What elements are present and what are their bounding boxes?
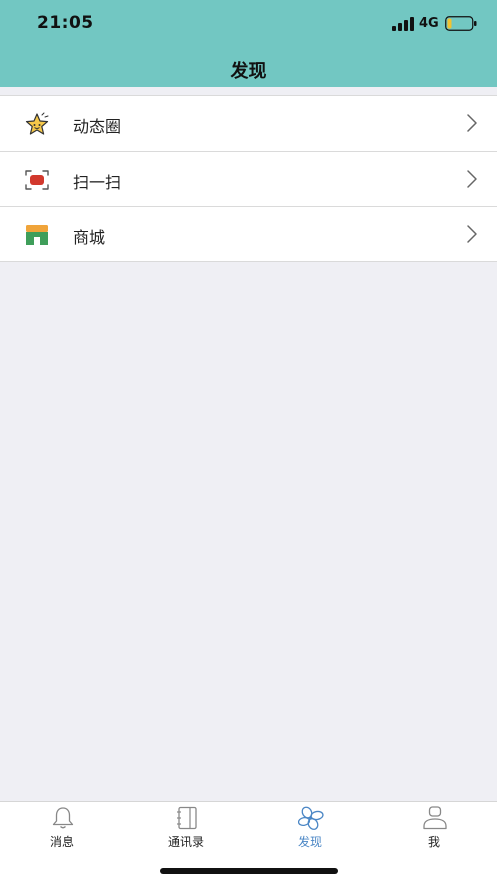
status-time: 21:05 — [37, 13, 94, 33]
discover-screen: 21:05 4G 发现 动态圈 扫一扫 商城 消息 通讯录 发现 我 — [0, 0, 497, 883]
tab-label: 我 — [427, 835, 440, 849]
store-icon — [26, 225, 48, 245]
scan-icon — [25, 170, 49, 190]
person-icon — [423, 806, 447, 830]
menu-item-store[interactable]: 商城 — [0, 206, 497, 261]
page-title: 发现 — [230, 61, 267, 82]
network-type: 4G — [419, 16, 439, 31]
discover-menu: 动态圈 扫一扫 商城 — [0, 95, 497, 262]
chevron-right-icon — [467, 114, 477, 132]
bell-icon — [52, 807, 74, 829]
header: 21:05 4G 发现 — [0, 0, 497, 87]
menu-item-scan[interactable]: 扫一扫 — [0, 151, 497, 206]
fan-icon — [298, 806, 324, 830]
status-bar: 21:05 4G — [0, 0, 497, 48]
tab-contacts[interactable]: 通讯录 — [124, 802, 248, 852]
star-icon — [25, 112, 49, 135]
tab-discover[interactable]: 发现 — [248, 802, 372, 852]
chevron-right-icon — [467, 170, 477, 188]
tab-me[interactable]: 我 — [372, 802, 496, 852]
signal-bars-icon — [392, 17, 414, 31]
tab-messages[interactable]: 消息 — [0, 802, 124, 852]
menu-item-label: 商城 — [73, 228, 106, 247]
tab-label: 发现 — [297, 835, 322, 849]
tab-label: 通讯录 — [167, 835, 204, 849]
home-indicator[interactable] — [160, 868, 338, 874]
menu-item-label: 扫一扫 — [73, 173, 122, 192]
tab-label: 消息 — [49, 835, 74, 849]
menu-item-moments[interactable]: 动态圈 — [0, 96, 497, 151]
chevron-right-icon — [467, 225, 477, 243]
menu-item-label: 动态圈 — [73, 117, 122, 136]
battery-low-icon — [445, 16, 477, 31]
contacts-book-icon — [177, 806, 197, 830]
